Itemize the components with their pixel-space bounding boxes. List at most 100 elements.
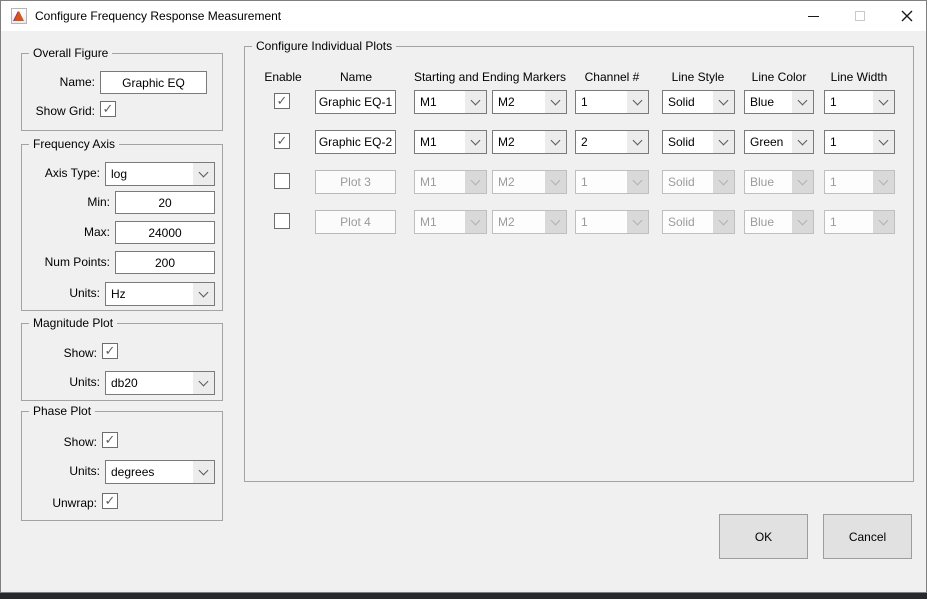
chevron-down-icon <box>792 171 813 193</box>
chevron-down-icon <box>713 211 734 233</box>
start-marker-select[interactable]: M1 <box>414 90 487 114</box>
magnitude-units-select[interactable]: db20 <box>105 371 215 395</box>
screen-edge-strip <box>0 593 927 599</box>
plot-name-field[interactable]: Graphic EQ-1 <box>315 90 396 114</box>
num-points-label: Num Points: <box>45 255 110 269</box>
magnitude-show-checkbox[interactable] <box>102 343 118 359</box>
end-marker-value: M2 <box>493 211 545 233</box>
magnitude-plot-group: Magnitude Plot Show: Units: db20 <box>21 323 223 401</box>
chevron-down-icon <box>545 171 566 193</box>
phase-units-select[interactable]: degrees <box>105 460 215 484</box>
start-marker-select[interactable]: M1 <box>414 130 487 154</box>
min-field[interactable]: 20 <box>115 191 215 214</box>
chevron-down-icon <box>193 163 214 185</box>
enable-checkbox[interactable] <box>274 173 290 189</box>
axis-type-select[interactable]: log <box>105 162 215 186</box>
enable-checkbox[interactable] <box>274 213 290 229</box>
plot-row-3: Plot 3 M1 M2 1 Solid Blue 1 <box>245 170 913 194</box>
show-grid-label: Show Grid: <box>36 104 95 118</box>
line-color-value: Blue <box>745 211 792 233</box>
line-width-select[interactable]: 1 <box>824 90 895 114</box>
enable-header: Enable <box>255 70 311 84</box>
phase-plot-group: Phase Plot Show: Units: degrees Unwrap: <box>21 411 223 521</box>
ok-button[interactable]: OK <box>719 514 808 559</box>
line-color-select[interactable]: Green <box>744 130 814 154</box>
enable-checkbox[interactable] <box>274 93 290 109</box>
chevron-down-icon <box>713 91 734 113</box>
unwrap-checkbox[interactable] <box>102 493 118 509</box>
line-style-select[interactable]: Solid <box>662 130 735 154</box>
chevron-down-icon <box>792 91 813 113</box>
phase-units-label: Units: <box>69 464 100 478</box>
end-marker-select[interactable]: M2 <box>492 90 567 114</box>
maximize-icon <box>855 11 865 21</box>
line-color-select[interactable]: Blue <box>744 90 814 114</box>
plot-name-field: Plot 4 <box>315 210 396 234</box>
line-style-value: Solid <box>663 91 713 113</box>
chevron-down-icon <box>627 91 648 113</box>
title-bar: Configure Frequency Response Measurement <box>1 1 926 31</box>
line-style-header: Line Style <box>658 70 738 84</box>
end-marker-value: M2 <box>493 91 545 113</box>
max-field[interactable]: 24000 <box>115 221 215 244</box>
plot-name-field[interactable]: Graphic EQ-2 <box>315 130 396 154</box>
plot-row-4: Plot 4 M1 M2 1 Solid Blue 1 <box>245 210 913 234</box>
line-style-select[interactable]: Solid <box>662 90 735 114</box>
freq-units-select[interactable]: Hz <box>105 282 215 306</box>
chevron-down-icon <box>465 171 486 193</box>
start-marker-value: M1 <box>415 131 465 153</box>
figure-name-field[interactable]: Graphic EQ <box>100 71 207 94</box>
cancel-button[interactable]: Cancel <box>823 514 912 559</box>
show-grid-checkbox[interactable] <box>100 101 116 117</box>
end-marker-select[interactable]: M2 <box>492 130 567 154</box>
frequency-axis-group: Frequency Axis Axis Type: log Min: 20 Ma… <box>21 144 223 311</box>
minimize-icon <box>808 16 819 17</box>
chevron-down-icon <box>873 91 894 113</box>
plot-row-2: Graphic EQ-2 M1 M2 2 Solid Green 1 <box>245 130 913 154</box>
axis-type-value: log <box>106 163 193 185</box>
channel-value: 1 <box>576 211 627 233</box>
chevron-down-icon <box>792 211 813 233</box>
overall-figure-group: Overall Figure Name: Graphic EQ Show Gri… <box>21 53 223 131</box>
chevron-down-icon <box>627 131 648 153</box>
chevron-down-icon <box>545 131 566 153</box>
freq-units-value: Hz <box>106 283 193 305</box>
start-marker-select: M1 <box>414 170 487 194</box>
channel-select: 1 <box>575 210 649 234</box>
line-width-header: Line Width <box>820 70 898 84</box>
phase-show-checkbox[interactable] <box>102 432 118 448</box>
channel-value: 2 <box>576 131 627 153</box>
min-label: Min: <box>87 195 110 209</box>
frequency-axis-legend: Frequency Axis <box>29 137 119 151</box>
individual-plots-legend: Configure Individual Plots <box>252 39 396 53</box>
max-label: Max: <box>84 225 110 239</box>
line-color-select: Blue <box>744 210 814 234</box>
line-color-value: Blue <box>745 91 792 113</box>
line-style-value: Solid <box>663 171 713 193</box>
close-icon <box>901 10 913 22</box>
chevron-down-icon <box>465 91 486 113</box>
chevron-down-icon <box>792 131 813 153</box>
num-points-field[interactable]: 200 <box>115 251 215 274</box>
magnitude-units-value: db20 <box>106 372 193 394</box>
end-marker-select: M2 <box>492 170 567 194</box>
line-width-select: 1 <box>824 170 895 194</box>
channel-header: Channel # <box>575 70 649 84</box>
line-width-value: 1 <box>825 131 873 153</box>
chevron-down-icon <box>465 131 486 153</box>
channel-select[interactable]: 2 <box>575 130 649 154</box>
phase-show-label: Show: <box>64 435 97 449</box>
unwrap-label: Unwrap: <box>52 496 97 510</box>
minimize-button[interactable] <box>796 1 830 31</box>
close-button[interactable] <box>890 1 924 31</box>
line-width-value: 1 <box>825 171 873 193</box>
chevron-down-icon <box>627 211 648 233</box>
line-width-select[interactable]: 1 <box>824 130 895 154</box>
line-width-value: 1 <box>825 91 873 113</box>
channel-select[interactable]: 1 <box>575 90 649 114</box>
channel-value: 1 <box>576 171 627 193</box>
start-marker-value: M1 <box>415 171 465 193</box>
enable-checkbox[interactable] <box>274 133 290 149</box>
chevron-down-icon <box>627 171 648 193</box>
maximize-button <box>843 1 877 31</box>
